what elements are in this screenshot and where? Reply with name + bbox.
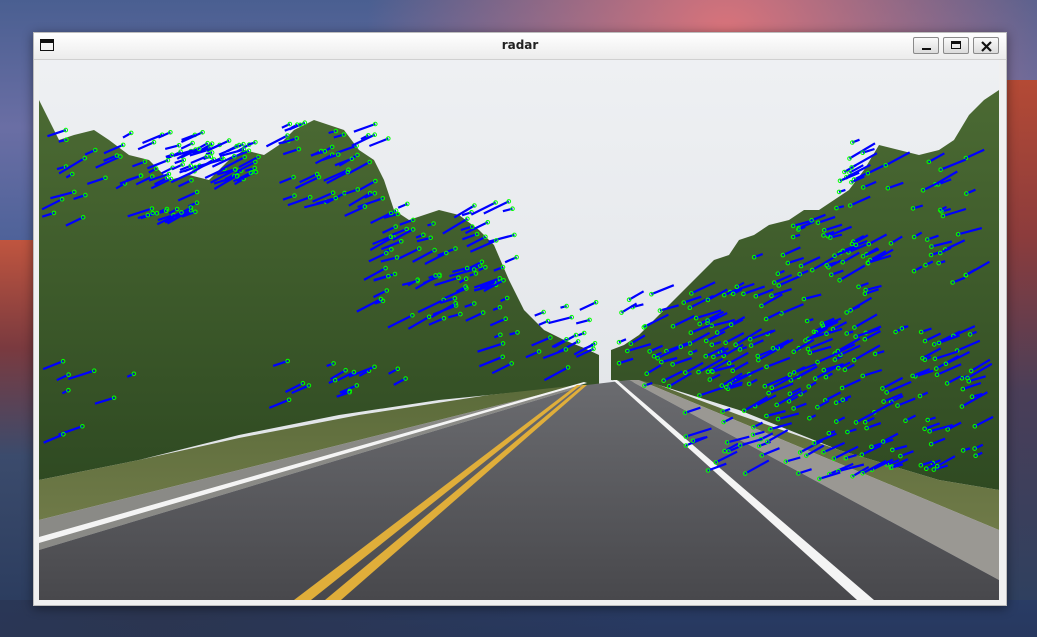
radar-window: radar: [33, 32, 1007, 606]
radar-video-frame: [39, 60, 999, 600]
window-title: radar: [501, 38, 539, 52]
close-button[interactable]: [973, 37, 999, 54]
minimize-button[interactable]: [913, 37, 939, 54]
maximize-button[interactable]: [943, 37, 969, 54]
window-titlebar[interactable]: radar: [34, 33, 1006, 60]
close-icon: [981, 41, 992, 52]
road-scene-image: [39, 60, 999, 600]
